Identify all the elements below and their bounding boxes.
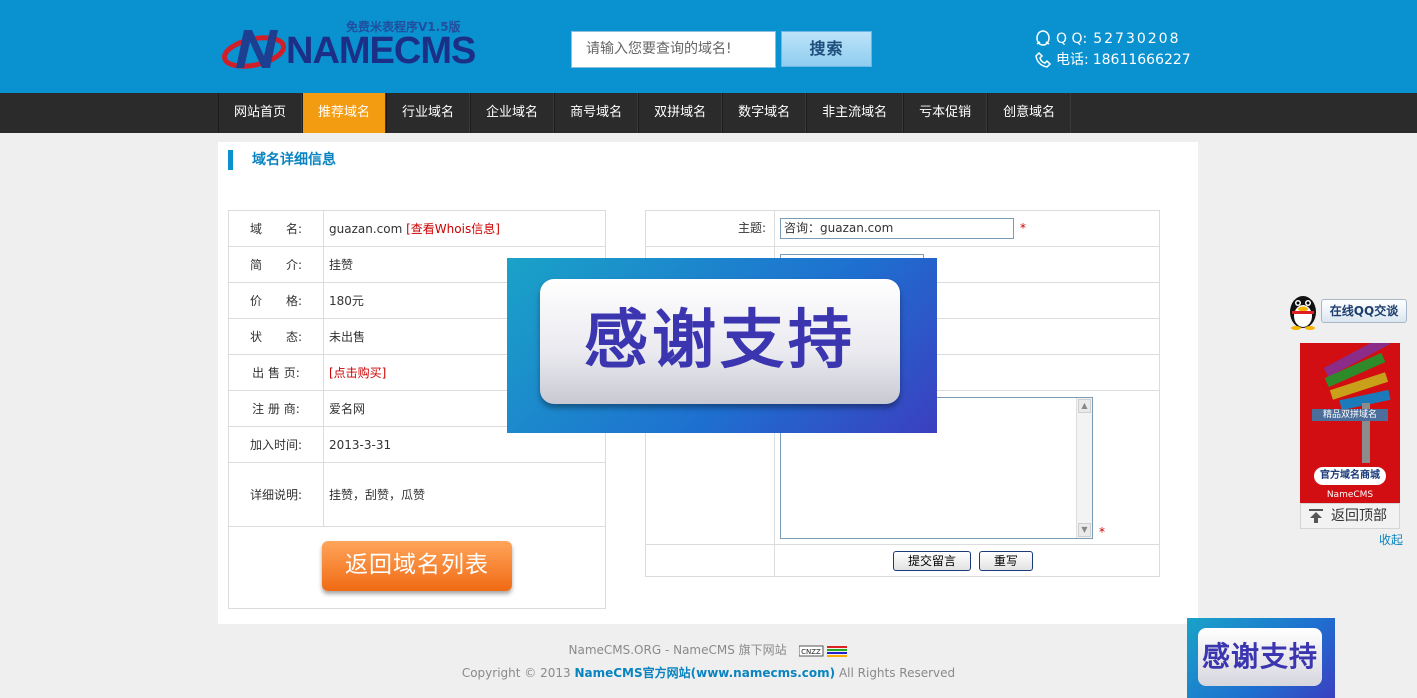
qq-online-label: 在线QQ交谈 <box>1321 299 1407 323</box>
info-label: 注 册 商: <box>228 390 324 427</box>
info-value: guazan.com [查看Whois信息] <box>323 210 606 247</box>
cnzz-badge-text: CNZZ <box>801 648 821 656</box>
info-label: 加入时间: <box>228 426 324 463</box>
official-site-link[interactable]: NameCMS官方网站(www.namecms.com) <box>574 666 835 680</box>
collapse-link[interactable]: 收起 <box>1379 531 1403 548</box>
logo-text: NAMECMS <box>286 30 476 72</box>
required-mark: * <box>1099 524 1105 539</box>
info-label: 状 态: <box>228 318 324 355</box>
required-mark: * <box>1020 221 1026 235</box>
domain-search-input[interactable]: 请输入您要查询的域名! <box>571 31 776 68</box>
nav-item-non-mainstream[interactable]: 非主流域名 <box>806 93 904 133</box>
ad-mall-button[interactable]: 官方域名商城 <box>1314 467 1386 485</box>
site-logo[interactable]: 免费米表程序V1.5版 NAMECMS <box>222 14 476 76</box>
qq-online-chat[interactable]: 在线QQ交谈 <box>1283 290 1408 330</box>
copyright-suffix: All Rights Reserved <box>838 666 956 680</box>
footer-site: NameCMS.ORG - NameCMS 旗下网站 <box>568 643 787 657</box>
domain-name: guazan.com <box>329 222 403 236</box>
copyright-prefix: Copyright © 2013 <box>461 666 571 680</box>
nav-item-numeric[interactable]: 数字域名 <box>722 93 807 133</box>
cnzz-badge-icon[interactable]: CNZZ <box>798 645 849 657</box>
info-label: 域 名: <box>228 210 324 247</box>
textarea-scrollbar[interactable]: ▲ ▼ <box>1076 397 1092 538</box>
table-row: 返回域名列表 <box>228 526 606 609</box>
subject-label: 主题: <box>645 210 775 247</box>
arrow-up-icon <box>1309 509 1323 523</box>
nav-item-creative[interactable]: 创意域名 <box>987 93 1072 133</box>
whois-link[interactable]: [查看Whois信息] <box>406 222 500 236</box>
form-row: 提交留言 重写 <box>645 544 1160 577</box>
back-to-list-button[interactable]: 返回域名列表 <box>322 541 512 591</box>
submit-message-button[interactable]: 提交留言 <box>893 550 972 571</box>
side-ad-banner[interactable]: 精品双拼域名 官方域名商城 NameCMS <box>1300 343 1400 503</box>
info-label: 出 售 页: <box>228 354 324 391</box>
nav-item-industry[interactable]: 行业域名 <box>386 93 471 133</box>
thanks-overlay[interactable]: 感谢支持 <box>507 258 937 433</box>
nav-item-promotion[interactable]: 亏本促销 <box>903 93 988 133</box>
overlay-text: 感谢支持 <box>540 279 900 404</box>
info-label: 价 格: <box>228 282 324 319</box>
info-value: 挂赞，刮赞，瓜赞 <box>323 462 606 527</box>
table-row: 域 名: guazan.com [查看Whois信息] <box>228 210 606 247</box>
scroll-down-icon[interactable]: ▼ <box>1078 522 1091 537</box>
subject-input[interactable]: 咨询：guazan.com <box>780 218 1014 239</box>
section-title: 域名详细信息 <box>228 150 336 170</box>
contact-info: Q Q: 52730208 电话: 18611666227 <box>1034 28 1204 70</box>
qq-icon <box>1036 29 1050 46</box>
info-label: 详细说明: <box>228 462 324 527</box>
corner-ad[interactable]: 感谢支持 <box>1187 618 1335 698</box>
ad-brand: NameCMS <box>1326 490 1374 500</box>
nav-item-home[interactable]: 网站首页 <box>218 93 303 133</box>
ad-tag: 精品双拼域名 <box>1312 409 1388 421</box>
qq-label: Q Q: <box>1056 30 1088 47</box>
info-label: 简 介: <box>228 246 324 283</box>
back-to-top-button[interactable]: 返回顶部 <box>1300 503 1400 529</box>
site-header: 免费米表程序V1.5版 NAMECMS 请输入您要查询的域名! 搜索 Q Q: … <box>0 0 1417 93</box>
main-nav: 网站首页 推荐域名 行业域名 企业域名 商号域名 双拼域名 数字域名 非主流域名… <box>0 93 1417 133</box>
qq-number: 52730208 <box>1093 30 1181 47</box>
phone-number: 18611666227 <box>1092 51 1191 68</box>
table-row: 详细说明: 挂赞，刮赞，瓜赞 <box>228 462 606 527</box>
qq-penguin-icon <box>1290 296 1316 330</box>
phone-label: 电话: <box>1056 51 1089 68</box>
nav-item-recommended[interactable]: 推荐域名 <box>302 93 387 133</box>
reset-button[interactable]: 重写 <box>978 550 1033 571</box>
phone-icon <box>1035 51 1052 68</box>
nav-item-pinyin[interactable]: 双拼域名 <box>638 93 723 133</box>
form-row: 主题: 咨询：guazan.com * <box>645 210 1160 247</box>
back-to-top-label: 返回顶部 <box>1331 508 1387 524</box>
nav-item-brand[interactable]: 商号域名 <box>554 93 639 133</box>
scroll-up-icon[interactable]: ▲ <box>1078 398 1091 413</box>
search-button[interactable]: 搜索 <box>781 31 872 67</box>
logo-swoosh-icon <box>222 30 286 69</box>
nav-item-enterprise[interactable]: 企业域名 <box>470 93 555 133</box>
corner-ad-text: 感谢支持 <box>1198 628 1322 686</box>
